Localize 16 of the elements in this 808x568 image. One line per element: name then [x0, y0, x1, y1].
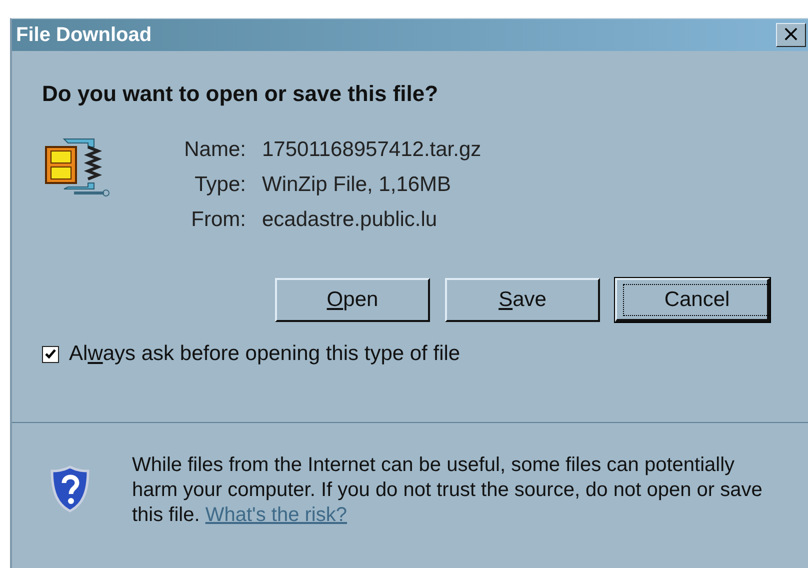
checkbox-label[interactable]: Always ask before opening this type of file — [69, 342, 460, 366]
field-label: From: — [190, 208, 246, 232]
field-value: 17501168957412.tar.gz — [262, 138, 482, 162]
field-value: ecadastre.public.lu — [262, 208, 438, 232]
shield-help-icon — [50, 465, 90, 513]
field-value: WinZip File, 1,16MB — [262, 173, 452, 197]
field-label: Type: — [194, 173, 246, 197]
window-title: File Download — [16, 24, 152, 46]
close-button[interactable]: × — [776, 23, 806, 47]
dialog-heading: Do you want to open or save this file? — [42, 81, 440, 107]
dialog-button[interactable]: Cancel — [615, 278, 770, 322]
warning-text: While files from the Internet can be useful, some files can potentially harm your computer. If you do not trust the source, do not open or save this file. What's the risk? — [132, 453, 764, 528]
checkbox[interactable] — [42, 346, 59, 362]
field-label: Name: — [183, 138, 246, 162]
dialog-button[interactable]: Save — [445, 278, 600, 322]
dialog-button[interactable]: Open — [275, 278, 430, 322]
